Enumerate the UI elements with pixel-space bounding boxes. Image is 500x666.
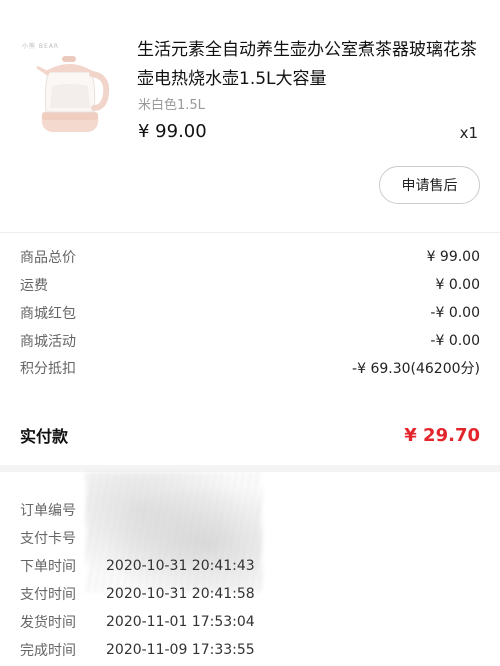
price-row-points: 积分抵扣 -¥ 69.30(46200分) (20, 358, 480, 378)
info-label: 订单编号 (20, 503, 76, 519)
price-label: 积分抵扣 (20, 361, 76, 377)
price-value: -¥ 0.00 (430, 333, 480, 349)
info-value: 2020-10-31 20:41:43 (106, 558, 255, 574)
info-label: 完成时间 (20, 643, 76, 659)
brand-tag: 小熊 BEAR (22, 43, 60, 50)
price-value: -¥ 69.30(46200分) (352, 361, 480, 377)
info-value: 2020-11-01 17:53:04 (106, 614, 255, 630)
ship-time-row: 发货时间 2020-11-01 17:53:04 (20, 612, 255, 632)
price-row-promotion: 商城活动 -¥ 0.00 (20, 331, 480, 351)
complete-time-row: 完成时间 2020-11-09 17:33:55 (20, 640, 255, 660)
price-row-red-packet: 商城红包 -¥ 0.00 (20, 303, 480, 323)
price-label: 商城活动 (20, 334, 76, 350)
info-label: 发货时间 (20, 615, 76, 631)
info-label: 下单时间 (20, 559, 76, 575)
order-number-row: 订单编号 (20, 500, 106, 520)
product-quantity: x1 (459, 124, 478, 142)
price-label: 商城红包 (20, 306, 76, 322)
product-title[interactable]: 生活元素全自动养生壶办公室煮茶器玻璃花茶壶电热烧水壶1.5L大容量 (137, 36, 482, 94)
info-label: 支付卡号 (20, 531, 76, 547)
kettle-product-image[interactable] (22, 38, 114, 136)
actual-payment: 实付款 ¥ 29.70 (0, 393, 500, 465)
price-breakdown: 商品总价 ¥ 99.00 运费 ¥ 0.00 商城红包 -¥ 0.00 商城活动… (0, 233, 500, 393)
apply-after-sale-button[interactable]: 申请售后 (379, 166, 480, 204)
price-row-shipping: 运费 ¥ 0.00 (20, 275, 480, 295)
price-label: 商品总价 (20, 250, 76, 266)
payment-row: 实付款 ¥ 29.70 (20, 423, 480, 447)
pay-time-row: 支付时间 2020-10-31 20:41:58 (20, 584, 255, 604)
info-label: 支付时间 (20, 587, 76, 603)
info-value: 2020-10-31 20:41:58 (106, 586, 255, 602)
payment-value: ¥ 29.70 (404, 424, 480, 446)
info-value: 2020-11-09 17:33:55 (106, 642, 255, 658)
payment-label: 实付款 (20, 427, 69, 446)
product-spec: 米白色1.5L (138, 98, 205, 113)
product-card: 小熊 BEAR 生活元素全自动养生壶办公室煮茶器玻璃花茶壶电热烧水壶1.5L大容… (0, 0, 500, 233)
card-number-row: 支付卡号 (20, 528, 106, 548)
order-time-row: 下单时间 2020-10-31 20:41:43 (20, 556, 255, 576)
order-info: 订单编号 支付卡号 下单时间 2020-10-31 20:41:43 支付时间 … (0, 472, 500, 666)
price-value: -¥ 0.00 (430, 305, 480, 321)
price-label: 运费 (20, 278, 48, 294)
price-row-total: 商品总价 ¥ 99.00 (20, 247, 480, 267)
product-price: ¥ 99.00 (138, 121, 207, 142)
price-value: ¥ 99.00 (426, 249, 480, 265)
price-value: ¥ 0.00 (435, 277, 480, 293)
